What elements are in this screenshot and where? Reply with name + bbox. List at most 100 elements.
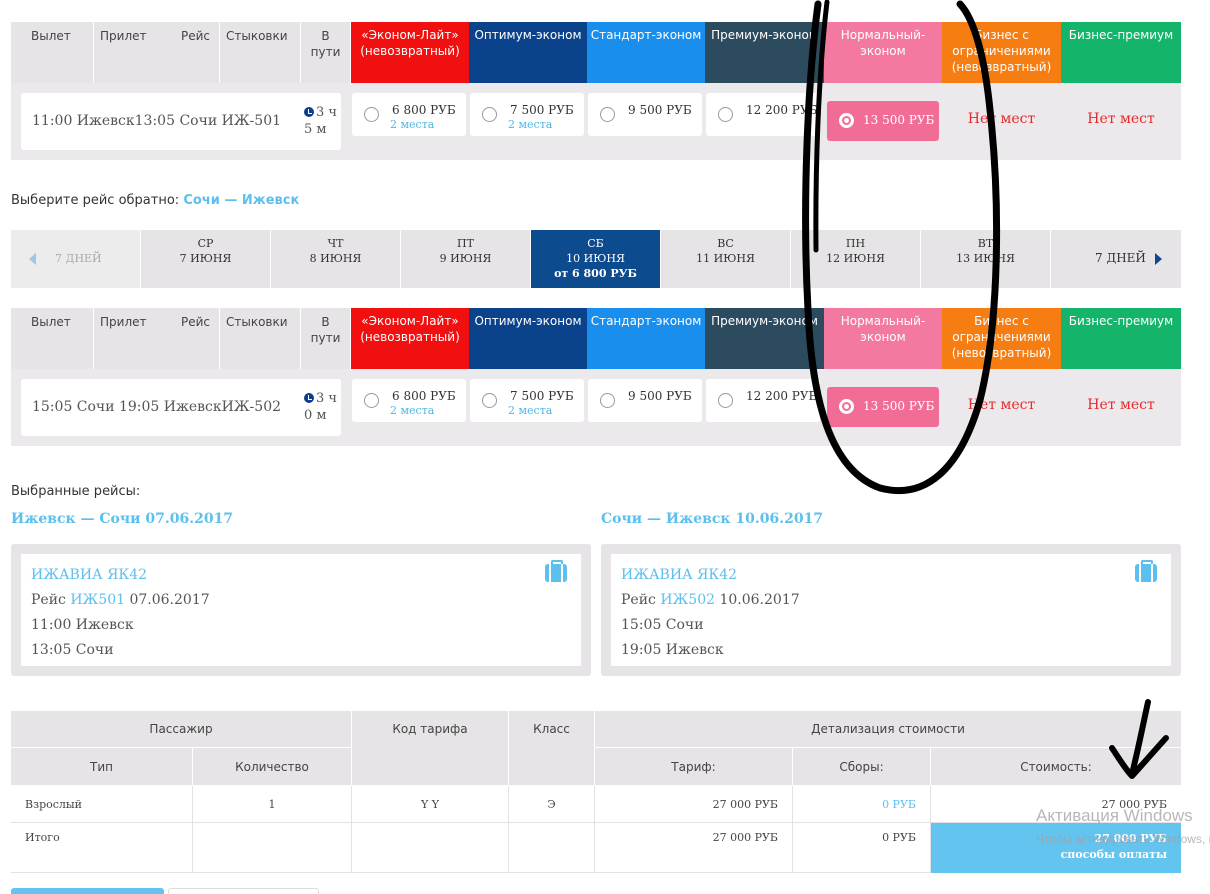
return-flight-times: 15:05 Сочи 19:05 ИжевскИЖ-502 — [32, 399, 282, 415]
header-departure: Вылет — [11, 308, 94, 369]
date-sun-11-june[interactable]: ВС 11 ИЮНЯ — [661, 230, 791, 288]
next-7-days-button[interactable]: 7 ДНЕЙ — [1051, 230, 1181, 288]
header-quantity: Количество — [193, 748, 352, 786]
outbound-no-seats-business: Нет мест — [967, 111, 1036, 127]
total-tariff: 27 000 РУБ — [595, 823, 793, 873]
fare-class-business-restricted: Бизнес с ограничениями (невозвратный) — [942, 22, 1061, 83]
fare-class-business-premium: Бизнес-премиум — [1061, 308, 1181, 369]
header-duration: В пути — [301, 308, 351, 369]
outbound-flight-times: 11:00 Ижевск13:05 Сочи ИЖ-501 — [32, 113, 282, 129]
header-total-cost: Стоимость: — [931, 748, 1181, 786]
total-fees: 0 РУБ — [793, 823, 931, 873]
fare-class-standard-economy: Стандарт-эконом — [587, 22, 705, 83]
outbound-flight-info: 11:00 Ижевск13:05 Сочи ИЖ-501 3 ч 5 м — [21, 93, 341, 150]
baggage-icon[interactable] — [1135, 560, 1157, 582]
return-fare-option-5-selected[interactable]: 13 500 РУБ — [827, 387, 939, 427]
row-passenger-type: Взрослый — [11, 786, 193, 823]
outbound-fare-option-4[interactable]: 12 200 РУБ — [706, 93, 820, 136]
selected-flights-title: Выбранные рейсы: — [11, 484, 141, 499]
fare-class-business-restricted: Бизнес с ограничениями (невозвратный) — [942, 308, 1061, 369]
return-fare-option-2[interactable]: 7 500 РУБ 2 места — [470, 379, 584, 422]
header-flight: Рейс — [175, 22, 220, 83]
fare-class-premium-economy: Премиум-эконом — [705, 22, 824, 83]
fare-class-optimum-economy: Оптимум-эконом — [469, 22, 587, 83]
clock-icon — [304, 393, 314, 403]
date-fri-9-june[interactable]: ПТ 9 ИЮНЯ — [401, 230, 531, 288]
return-prompt: Выберите рейс обратно: Сочи — Ижевск — [11, 193, 300, 208]
prev-7-days-button[interactable]: 7 ДНЕЙ — [11, 230, 141, 288]
primary-action-button[interactable] — [11, 888, 164, 894]
outbound-flight-number-link[interactable]: ИЖ501 — [70, 592, 125, 608]
fare-class-normal-economy: Нормальный-эконом — [824, 308, 942, 369]
fare-class-normal-economy: Нормальный-эконом — [824, 22, 942, 83]
radio-button-checked[interactable] — [839, 399, 854, 414]
date-mon-12-june[interactable]: ПН 12 ИЮНЯ — [791, 230, 921, 288]
windows-activation-subtext: Чтобы активировать Windows, перейдите в … — [1036, 832, 1210, 846]
outbound-arrival: 13:05 Сочи — [31, 642, 114, 658]
header-cost-detail: Детализация стоимости — [595, 711, 1181, 748]
return-table-header: Вылет Прилет Рейс Стыковки В пути «Эконо… — [11, 308, 1181, 369]
row-fare-code: Y Y — [352, 786, 509, 823]
return-arrival: 19:05 Ижевск — [621, 642, 724, 658]
windows-activation-watermark: Активация Windows — [1036, 806, 1193, 825]
outbound-table-header: Вылет Прилет Рейс Стыковки В пути «Эконо… — [11, 22, 1181, 83]
fare-class-economy-lite: «Эконом-Лайт» (невозвратный) — [351, 22, 469, 83]
header-flight: Рейс — [175, 308, 220, 369]
return-selected-card: ИЖАВИА ЯК42 Рейс ИЖ502 10.06.2017 15:05 … — [601, 544, 1181, 676]
outbound-flight-line: Рейс ИЖ501 07.06.2017 — [31, 592, 210, 608]
header-duration: В пути — [301, 22, 351, 83]
radio-button[interactable] — [718, 107, 733, 122]
return-fare-option-1[interactable]: 6 800 РУБ 2 места — [352, 379, 466, 422]
return-fare-option-3[interactable]: 9 500 РУБ — [588, 379, 702, 422]
header-passenger: Пассажир — [11, 711, 352, 748]
outbound-fare-option-2[interactable]: 7 500 РУБ 2 места — [470, 93, 584, 136]
header-connections: Стыковки — [220, 22, 301, 83]
date-selector: 7 ДНЕЙ СР 7 ИЮНЯ ЧТ 8 ИЮНЯ ПТ 9 ИЮНЯ СБ 10 И… — [11, 230, 1181, 288]
row-quantity: 1 — [193, 786, 352, 823]
fare-class-standard-economy: Стандарт-эконом — [587, 308, 705, 369]
return-no-seats-business: Нет мест — [967, 397, 1036, 413]
fare-class-business-premium: Бизнес-премиум — [1061, 22, 1181, 83]
total-label: Итого — [11, 823, 193, 873]
payment-methods-button[interactable]: 27 000 РУБ способы оплаты — [931, 823, 1181, 873]
outbound-selected-heading: Ижевск — Сочи 07.06.2017 — [11, 511, 234, 527]
header-fees: Сборы: — [793, 748, 931, 786]
return-fare-option-4[interactable]: 12 200 РУБ — [706, 379, 820, 422]
radio-button[interactable] — [600, 393, 615, 408]
date-wed-7-june[interactable]: СР 7 ИЮНЯ — [141, 230, 271, 288]
chevron-left-icon — [29, 253, 36, 265]
radio-button[interactable] — [718, 393, 733, 408]
secondary-action-button[interactable] — [168, 888, 319, 894]
radio-button-checked[interactable] — [839, 113, 854, 128]
return-flight-row: 15:05 Сочи 19:05 ИжевскИЖ-502 3 ч 0 м 6 … — [11, 369, 1181, 446]
baggage-icon[interactable] — [545, 560, 567, 582]
radio-button[interactable] — [364, 393, 379, 408]
radio-button[interactable] — [600, 107, 615, 122]
outbound-fare-option-3[interactable]: 9 500 РУБ — [588, 93, 702, 136]
fare-class-premium-economy: Премиум-эконом — [705, 308, 824, 369]
date-sat-10-june-selected[interactable]: СБ 10 ИЮНЯ от 6 800 РУБ — [531, 230, 661, 288]
outbound-selected-card: ИЖАВИА ЯК42 Рейс ИЖ501 07.06.2017 11:00 … — [11, 544, 591, 676]
header-fare-code: Код тарифа — [352, 711, 509, 786]
outbound-departure: 11:00 Ижевск — [31, 617, 134, 633]
return-flight-number-link[interactable]: ИЖ502 — [660, 592, 715, 608]
outbound-carrier[interactable]: ИЖАВИА ЯК42 — [31, 563, 571, 588]
outbound-flight-row: 11:00 Ижевск13:05 Сочи ИЖ-501 3 ч 5 м 6 … — [11, 83, 1181, 160]
date-tue-13-june[interactable]: ВТ 13 ИЮНЯ — [921, 230, 1051, 288]
return-route-link[interactable]: Сочи — Ижевск — [183, 193, 299, 208]
radio-button[interactable] — [482, 107, 497, 122]
return-flight-info: 15:05 Сочи 19:05 ИжевскИЖ-502 3 ч 0 м — [21, 379, 341, 436]
fare-class-optimum-economy: Оптимум-эконом — [469, 308, 587, 369]
radio-button[interactable] — [364, 107, 379, 122]
outbound-fare-option-5-selected[interactable]: 13 500 РУБ — [827, 101, 939, 141]
header-class: Класс — [509, 711, 595, 786]
header-type: Тип — [11, 748, 193, 786]
return-no-seats-business-premium: Нет мест — [1087, 397, 1155, 413]
row-fees-link[interactable]: 0 РУБ — [793, 786, 931, 823]
radio-button[interactable] — [482, 393, 497, 408]
outbound-fare-option-1[interactable]: 6 800 РУБ 2 места — [352, 93, 466, 136]
return-flight-line: Рейс ИЖ502 10.06.2017 — [621, 592, 800, 608]
return-selected-heading: Сочи — Ижевск 10.06.2017 — [601, 511, 824, 527]
return-carrier[interactable]: ИЖАВИА ЯК42 — [621, 563, 1161, 588]
date-thu-8-june[interactable]: ЧТ 8 ИЮНЯ — [271, 230, 401, 288]
